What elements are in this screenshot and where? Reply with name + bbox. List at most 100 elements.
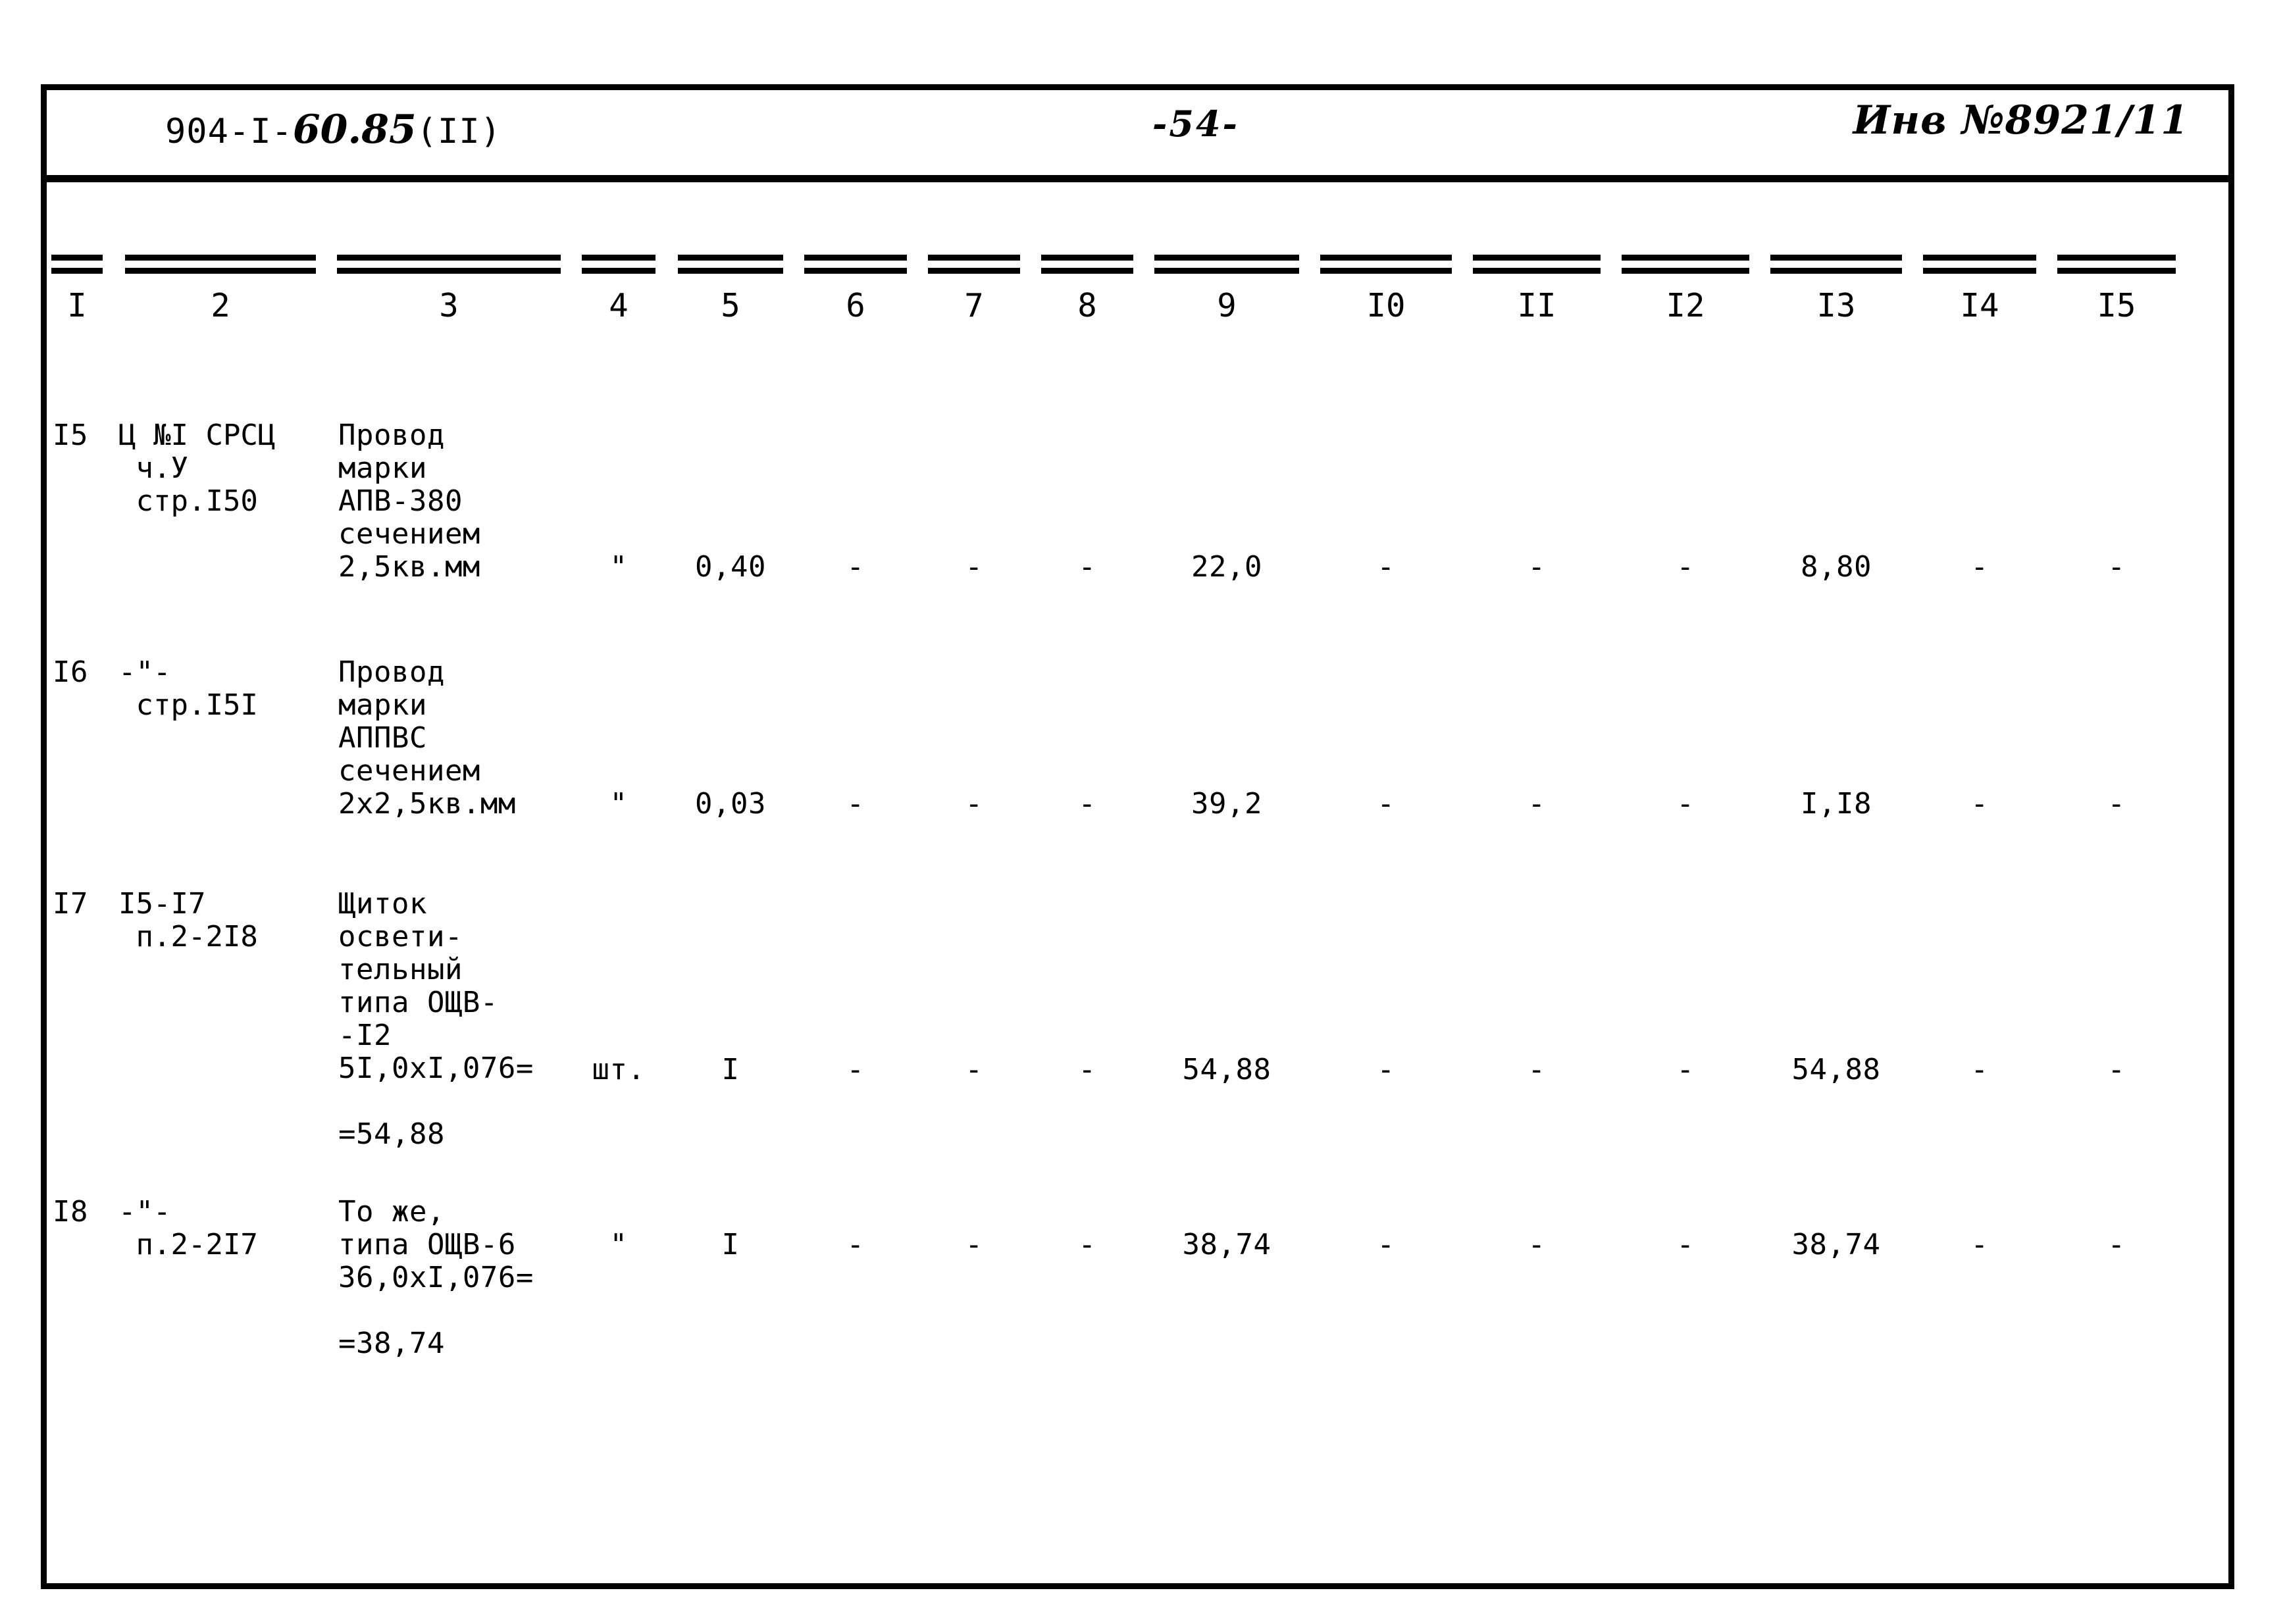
row-col13: 8,80 xyxy=(1801,550,1872,584)
row-col14: - xyxy=(1970,550,1989,584)
row-col11: - xyxy=(1528,1053,1546,1086)
row-col10: - xyxy=(1377,550,1395,584)
row-col13: 54,88 xyxy=(1791,1053,1881,1086)
column-rule xyxy=(582,255,655,280)
column-rule xyxy=(678,255,783,280)
document-code-handwritten: 60.85 xyxy=(292,107,417,153)
row-col6: - xyxy=(846,787,865,821)
column-header-7: 7 xyxy=(964,287,984,324)
row-col9: 54,88 xyxy=(1182,1053,1271,1086)
column-header-9: 9 xyxy=(1217,287,1237,324)
column-rule xyxy=(1622,255,1749,280)
row-col15: - xyxy=(2107,1228,2126,1261)
row-col11: - xyxy=(1528,1228,1546,1261)
header-separator-rule xyxy=(41,175,2234,182)
column-rule xyxy=(337,255,561,280)
column-header-3: 3 xyxy=(439,287,459,324)
column-header-2: 2 xyxy=(211,287,230,324)
row-col14: - xyxy=(1970,787,1989,821)
column-header-14: I4 xyxy=(1960,287,1999,324)
column-rule xyxy=(2057,255,2176,280)
row-position: I8 xyxy=(53,1195,88,1229)
row-col11: - xyxy=(1528,550,1546,584)
column-header-1: I xyxy=(67,287,87,324)
column-header-5: 5 xyxy=(721,287,740,324)
row-col12: - xyxy=(1676,787,1695,821)
row-col15: - xyxy=(2107,550,2126,584)
row-col6: - xyxy=(846,1053,865,1086)
row-col9: 39,2 xyxy=(1191,787,1262,821)
row-col8: - xyxy=(1078,787,1096,821)
column-header-row: I 2 3 4 5 6 7 8 9 I0 II I2 I3 I4 I5 xyxy=(41,286,2234,332)
column-rule xyxy=(1320,255,1452,280)
column-rule xyxy=(125,255,316,280)
document-code-prefix: 904-I- xyxy=(165,112,293,151)
row-position: I5 xyxy=(53,419,88,452)
column-header-4: 4 xyxy=(609,287,629,324)
row-col11: - xyxy=(1528,787,1546,821)
row-col10: - xyxy=(1377,1053,1395,1086)
column-header-10: I0 xyxy=(1366,287,1406,324)
row-col14: - xyxy=(1970,1228,1989,1261)
row-unit: " xyxy=(609,787,628,821)
row-col7: - xyxy=(965,1053,983,1086)
specification-table: I 2 3 4 5 6 7 8 9 I0 II I2 I3 I4 I5 I5 Ц… xyxy=(41,182,2234,1589)
column-header-6: 6 xyxy=(846,287,865,324)
row-position: I6 xyxy=(53,655,88,689)
row-position: I7 xyxy=(53,887,88,921)
row-justification: -"- п.2-2I7 xyxy=(118,1195,258,1261)
page-header: 904-I-60.85(II) -54- Инв №8921/11 xyxy=(47,90,2228,180)
row-col6: - xyxy=(846,1228,865,1261)
row-unit: " xyxy=(609,550,628,584)
document-code-suffix: (II) xyxy=(416,112,501,151)
row-unit: шт. xyxy=(592,1053,646,1086)
row-justification: Ц №I СРСЦ ч.У стр.I50 xyxy=(118,419,276,518)
row-col9: 38,74 xyxy=(1182,1228,1271,1261)
column-header-15: I5 xyxy=(2097,287,2136,324)
row-col15: - xyxy=(2107,1053,2126,1086)
row-col6: - xyxy=(846,550,865,584)
row-quantity: 0,03 xyxy=(695,787,766,821)
column-rule xyxy=(1041,255,1133,280)
row-col13: I,I8 xyxy=(1801,787,1872,821)
row-quantity: I xyxy=(721,1053,740,1086)
row-col8: - xyxy=(1078,550,1096,584)
row-description: Провод марки АПВ-380 сечением 2,5кв.мм xyxy=(338,419,480,584)
document-code: 904-I-60.85(II) xyxy=(165,110,501,149)
row-col8: - xyxy=(1078,1228,1096,1261)
row-col8: - xyxy=(1078,1053,1096,1086)
column-rule xyxy=(928,255,1020,280)
column-rule xyxy=(1473,255,1601,280)
row-col12: - xyxy=(1676,1228,1695,1261)
column-header-12: I2 xyxy=(1666,287,1705,324)
row-quantity: 0,40 xyxy=(695,550,766,584)
row-col9: 22,0 xyxy=(1191,550,1262,584)
row-justification: -"- стр.I5I xyxy=(118,655,258,722)
inventory-number: Инв №8921/11 xyxy=(1853,97,2189,143)
column-header-13: I3 xyxy=(1816,287,1856,324)
column-rule xyxy=(1770,255,1902,280)
column-header-11: II xyxy=(1517,287,1556,324)
row-col14: - xyxy=(1970,1053,1989,1086)
row-description: То же, типа ОЩВ-6 36,0хI,076= =38,74 xyxy=(338,1195,534,1360)
row-col7: - xyxy=(965,550,983,584)
row-col10: - xyxy=(1377,1228,1395,1261)
row-unit: " xyxy=(609,1228,628,1261)
row-quantity: I xyxy=(721,1228,740,1261)
column-header-8: 8 xyxy=(1077,287,1097,324)
row-col7: - xyxy=(965,787,983,821)
row-col7: - xyxy=(965,1228,983,1261)
column-rule xyxy=(1923,255,2036,280)
row-description: Щиток освети- тельный типа ОЩВ- -I2 5I,0… xyxy=(338,887,534,1151)
column-rule xyxy=(51,255,103,280)
page-number: -54- xyxy=(1152,103,1239,145)
row-col12: - xyxy=(1676,1053,1695,1086)
column-rule-strip xyxy=(41,255,2234,281)
row-col15: - xyxy=(2107,787,2126,821)
row-col13: 38,74 xyxy=(1791,1228,1881,1261)
row-description: Провод марки АППВС сечением 2х2,5кв.мм xyxy=(338,655,516,821)
row-col10: - xyxy=(1377,787,1395,821)
row-col12: - xyxy=(1676,550,1695,584)
column-rule xyxy=(804,255,907,280)
column-rule xyxy=(1154,255,1299,280)
